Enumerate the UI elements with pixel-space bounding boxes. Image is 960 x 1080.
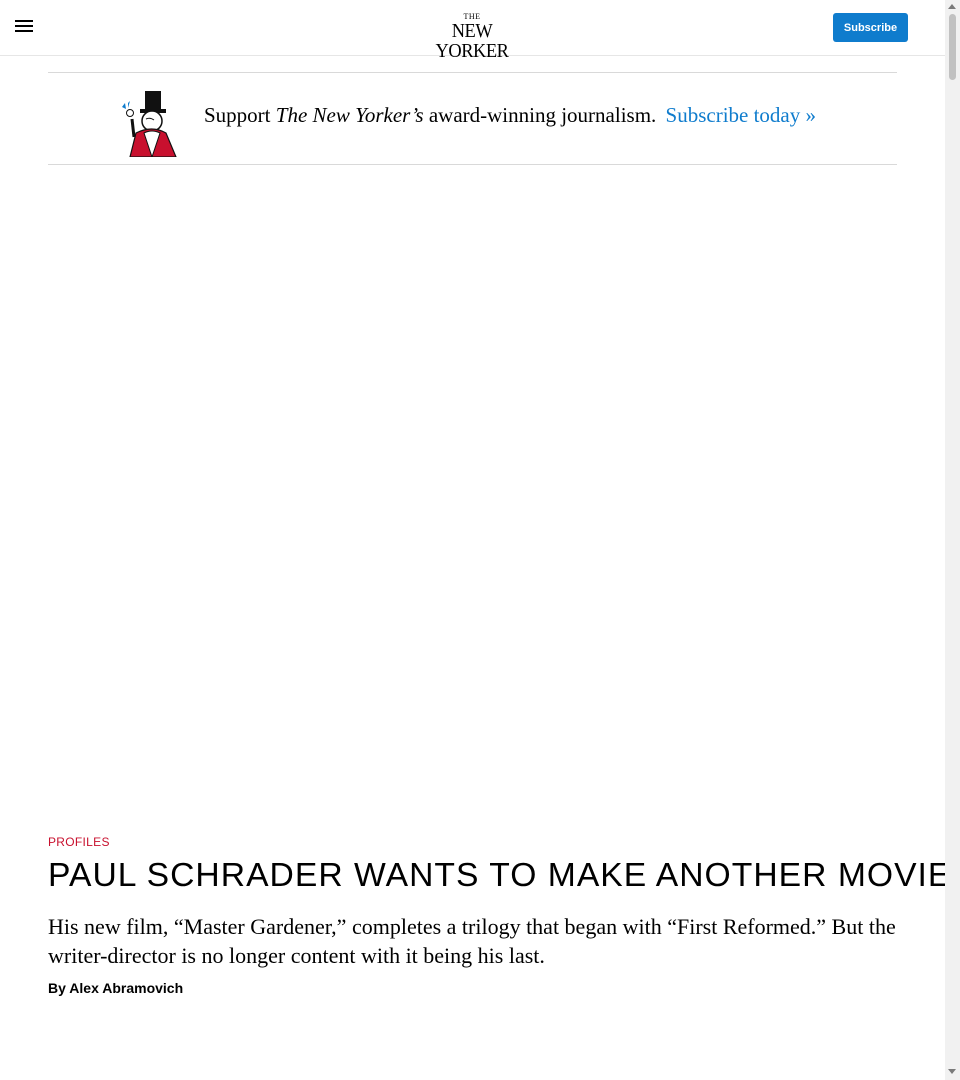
page: THE NEW YORKER Subscribe Support The New… — [0, 0, 950, 1080]
subscribe-button[interactable]: Subscribe — [833, 13, 908, 42]
promo-text-before: Support — [204, 103, 271, 127]
author-link[interactable]: Alex Abramovich — [69, 980, 183, 996]
scroll-down-arrow-icon[interactable] — [948, 1069, 956, 1074]
article-headline: PAUL SCHRADER WANTS TO MAKE ANOTHER MOVI… — [48, 856, 952, 893]
scroll-up-arrow-icon[interactable] — [948, 4, 956, 9]
scrollbar-thumb[interactable] — [949, 14, 956, 80]
scrollbar[interactable] — [945, 0, 960, 1080]
subscribe-today-link[interactable]: Subscribe today » — [666, 103, 816, 127]
promo-text: Support The New Yorker’s award-winning j… — [204, 103, 816, 128]
byline-prefix: By — [48, 980, 66, 996]
top-nav: THE NEW YORKER Subscribe — [0, 0, 945, 61]
article-dek: His new film, “Master Gardener,” complet… — [48, 914, 896, 968]
menu-icon[interactable] — [15, 20, 33, 35]
rubric-link[interactable]: PROFILES — [48, 835, 110, 849]
promo-text-after: award-winning journalism. — [428, 103, 657, 127]
byline: By Alex Abramovich — [48, 980, 183, 996]
subscribe-promo-banner: Support The New Yorker’s award-winning j… — [48, 72, 897, 165]
promo-publication: The New Yorker’s — [275, 103, 424, 127]
logo-name: NEW YORKER — [435, 20, 509, 62]
eustace-tilley-icon — [122, 91, 177, 157]
site-logo[interactable]: THE NEW YORKER — [416, 12, 528, 61]
